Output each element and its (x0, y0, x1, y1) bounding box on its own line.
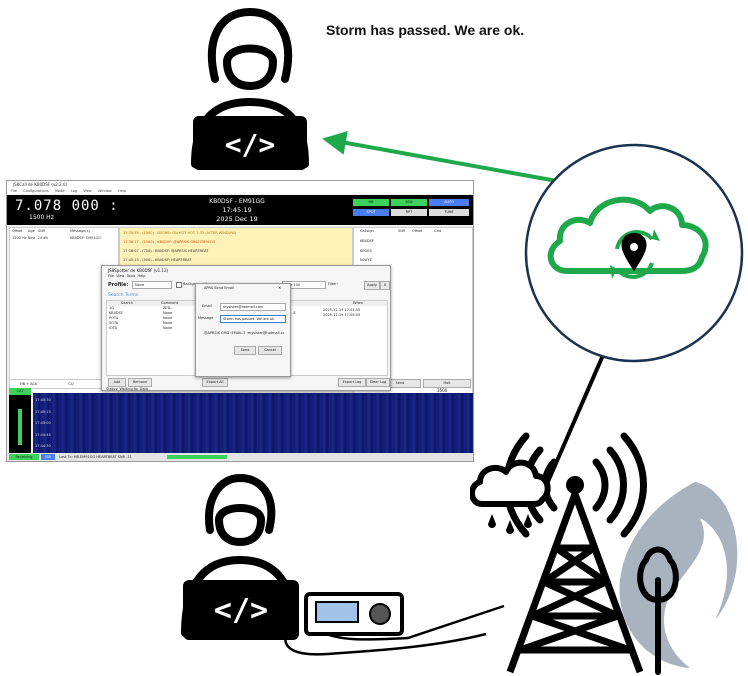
remove-button[interactable]: Remove (128, 378, 152, 387)
menu-mode[interactable]: Mode (55, 189, 65, 193)
menu-window[interactable]: Window (98, 189, 112, 193)
term-comment: None (163, 326, 173, 330)
col-grid: Grid (434, 229, 442, 233)
waterfall-time: 17:44:45 (35, 432, 51, 437)
menu-log[interactable]: Log (71, 189, 77, 193)
band-row-msg[interactable]: KB0DSF: EM91GG (70, 236, 101, 240)
waterfall-time: 17:45:30 (35, 398, 51, 402)
tree-icon (637, 546, 679, 675)
export-all-button[interactable]: Export All (202, 378, 228, 387)
command-preview: @APRSIS CMD :EMAIL-2 :mysister@hotmail.c… (204, 331, 284, 335)
date: 2025 Dec 19 (216, 215, 258, 223)
activity-line: 17:38:07 - (750) - KB0DSF: @APRSIS HEART… (123, 249, 209, 253)
col-snr: SNR (38, 229, 46, 233)
spotter-menu-file[interactable]: File (108, 274, 114, 278)
close-icon[interactable]: ✕ (278, 285, 281, 290)
waterfall-times: 17:45:30 17:45:15 17:45:00 17:44:45 17:44:30 (35, 395, 95, 453)
tab-cq[interactable]: CQ (68, 382, 73, 386)
tab-hb-ack[interactable]: HB + ACK (20, 382, 37, 386)
x-button[interactable]: X (380, 281, 390, 290)
col-snr: SNR (398, 229, 406, 233)
message-field[interactable]: Storm has passed. We are ok. (220, 315, 286, 323)
frequency-display[interactable]: 7.078 000 : (15, 198, 119, 214)
status-last-tx: Last Tx: HB EM91GG HEARTBEAT SNR -11 (59, 455, 132, 459)
rain-cloud-icon (470, 459, 551, 534)
hb-button[interactable]: HB (353, 199, 389, 206)
apply-button[interactable]: Apply (364, 281, 380, 290)
activity-line: 17:36:17 - (1500) - KB0DSF: @APRSIS GRID… (123, 240, 216, 244)
rpt-button[interactable]: RPT (391, 209, 427, 216)
auto-button[interactable]: AUTO (429, 199, 469, 206)
spotter-status: Status: Waiting for Data (106, 387, 148, 391)
background-scan-checkbox[interactable] (176, 282, 182, 288)
term-row[interactable]: IOTA None (107, 326, 197, 331)
waterfall-time: 17:44:30 (35, 444, 51, 449)
app-header: 7.078 000 : 1500 Hz KB0DSF - EM91GG 17:4… (7, 195, 473, 225)
filter-label: Filter: (328, 282, 338, 286)
offset-display: 1500 Hz (29, 214, 54, 221)
app-screenshot: JS8Call de KB0DSF (v2.2.0) File Configur… (6, 180, 474, 462)
clear-log-button[interactable]: Clear Log (366, 378, 390, 387)
ack-button[interactable]: ACK (391, 199, 427, 206)
spotter-title: JS8Spotter de KB0DSF (v1.13) (108, 268, 169, 273)
col-offset: Offset (12, 229, 23, 233)
status-mode: JS8 (41, 454, 55, 460)
app-menubar: File Configurations Mode Log View Window… (7, 188, 473, 194)
band-row[interactable]: 1500 Hz Now -24 dB (12, 236, 48, 240)
menu-help[interactable]: Help (118, 189, 126, 193)
activity-when: 2025-12-19 17:05:55 (323, 313, 361, 317)
waterfall[interactable] (33, 393, 473, 455)
send-email-button[interactable]: Send (234, 346, 256, 355)
email-dialog: APRS Send Email ✕ Email mysister@hotmail… (195, 283, 291, 377)
col-messages: Message(s) (70, 229, 90, 233)
call-row[interactable]: KB0DSF (360, 237, 470, 247)
menu-view[interactable]: View (83, 189, 91, 193)
signal-meter (9, 395, 31, 453)
spot-button[interactable]: SPOT (353, 209, 389, 216)
call-row[interactable]: K0GES (360, 247, 470, 257)
radio-transceiver-icon (284, 592, 505, 656)
spotter-menu-help[interactable]: Help (138, 274, 146, 278)
cat-indicator: CAT (9, 388, 31, 395)
message-label: Message (198, 316, 214, 320)
term-search: IOTA (109, 326, 118, 330)
waterfall-time: 17:45:15 (35, 409, 51, 414)
cancel-email-button[interactable]: Cancel (258, 346, 282, 355)
radio-tower-icon (470, 432, 679, 675)
status-progress (167, 455, 227, 459)
waterfall-time: 17:45:00 (35, 421, 51, 426)
menu-file[interactable]: File (11, 189, 17, 193)
menu-configurations[interactable]: Configurations (23, 189, 49, 193)
profile-select[interactable]: None (132, 281, 172, 289)
col-age: Age (28, 229, 35, 233)
status-receiving: Receiving (9, 454, 39, 460)
clock: 17:45:19 (222, 206, 252, 214)
activity-line: 17:35:55 - (1500) - N0GMS: ON HOT HOT 7:… (123, 231, 237, 235)
halt-button[interactable]: Halt (423, 379, 471, 388)
statusbar: Receiving JS8 Last Tx: HB EM91GG HEARTBE… (7, 453, 473, 461)
rx-activity-pane: 17:35:55 - (1500) - N0GMS: ON HOT HOT 7:… (119, 227, 353, 269)
search-terms-table: Search Comment 1Q ZED... KB0DSF None POTA None… (106, 300, 198, 376)
app-title: JS8Call de KB0DSF (v2.2.0) (13, 182, 68, 187)
spotter-menu: File View Tools Help (108, 274, 145, 278)
spotter-menu-tools[interactable]: Tools (127, 274, 136, 278)
spotter-menu-view[interactable]: View (116, 274, 124, 278)
export-log-button[interactable]: Export Log (338, 378, 366, 387)
terms-list: 1Q ZED... KB0DSF None POTA None SOTA None IOTA No… (107, 306, 197, 331)
activity-line: 17:45:15 - (500) - KB0DSF: HEARTBEAT (123, 258, 192, 262)
email-label: Email (202, 304, 212, 308)
callsign-grid: KB0DSF - EM91GG (209, 198, 265, 205)
email-dialog-title: APRS Send Email (204, 286, 234, 290)
tune-button[interactable]: TUNE (429, 209, 469, 216)
col-offset: Offset (412, 229, 423, 233)
search-terms-heading: Search Terms (108, 293, 139, 298)
add-button[interactable]: Add (108, 378, 126, 387)
cloud-sync-location-icon (524, 143, 744, 363)
profile-label: Profile: (108, 282, 129, 288)
col-callsign: Callsign (360, 229, 374, 233)
email-field[interactable]: mysister@hotmail.com (220, 303, 286, 311)
